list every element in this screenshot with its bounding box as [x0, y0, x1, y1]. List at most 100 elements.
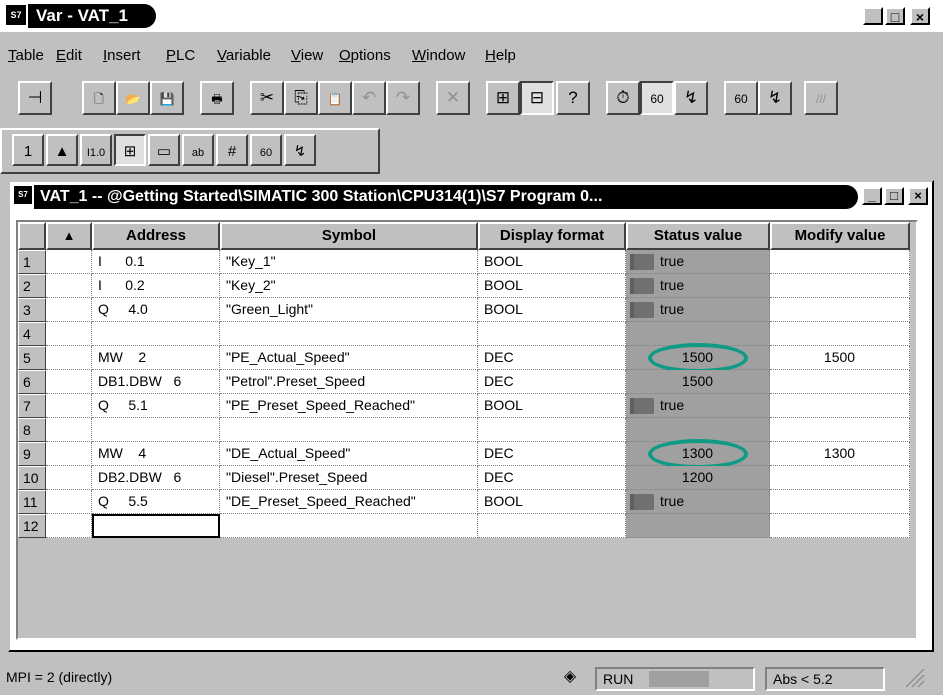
address-cell[interactable]: I 0.1	[92, 250, 220, 274]
maximize-button[interactable]: □	[885, 7, 905, 25]
row-number[interactable]: 11	[18, 490, 46, 514]
close-button[interactable]: ×	[910, 7, 930, 25]
help-button[interactable]: ?	[556, 81, 590, 115]
format-cell[interactable]: DEC	[478, 346, 626, 370]
address-cell[interactable]: Q 5.5	[92, 490, 220, 514]
format-cell[interactable]: BOOL	[478, 274, 626, 298]
modify-cell[interactable]	[770, 514, 910, 538]
symbol-cell[interactable]: "DE_Preset_Speed_Reached"	[220, 490, 478, 514]
new-button[interactable]: 🗋	[82, 81, 116, 115]
address-cell[interactable]: MW 2	[92, 346, 220, 370]
format-cell[interactable]: BOOL	[478, 490, 626, 514]
modify-cell[interactable]: 1300	[770, 442, 910, 466]
monitor-col-button[interactable]: 60	[250, 134, 282, 166]
pin-button[interactable]: ⊣	[18, 81, 52, 115]
symbol-cell[interactable]: "Diesel".Preset_Speed	[220, 466, 478, 490]
resize-grip[interactable]	[890, 667, 940, 691]
row-number[interactable]: 8	[18, 418, 46, 442]
copy-button[interactable]: ⎘	[284, 81, 318, 115]
row-number[interactable]: 9	[18, 442, 46, 466]
undo-button[interactable]: ↶	[352, 81, 386, 115]
monitor-button[interactable]: 60	[640, 81, 674, 115]
format-cell[interactable]: DEC	[478, 442, 626, 466]
address-cell[interactable]: Q 5.1	[92, 394, 220, 418]
symbol-comment-button[interactable]: I1.0	[80, 134, 112, 166]
address-cell[interactable]	[92, 514, 220, 538]
address-cell[interactable]	[92, 418, 220, 442]
modify-trigger-button[interactable]: ↯	[284, 134, 316, 166]
column-header-display-format[interactable]: Display format	[478, 222, 626, 250]
redo-button[interactable]: ↷	[386, 81, 420, 115]
modify-cell[interactable]	[770, 322, 910, 346]
row-number[interactable]: 10	[18, 466, 46, 490]
format-cell[interactable]: DEC	[478, 370, 626, 394]
row-number[interactable]: 7	[18, 394, 46, 418]
modify-cell[interactable]	[770, 298, 910, 322]
menu-item-help[interactable]: Help	[485, 47, 516, 64]
format-cell[interactable]	[478, 418, 626, 442]
modify-cell[interactable]	[770, 466, 910, 490]
format-cell[interactable]	[478, 322, 626, 346]
column-header-status-value[interactable]: Status value	[626, 222, 770, 250]
paste-button[interactable]: 📋	[318, 81, 352, 115]
address-cell[interactable]: MW 4	[92, 442, 220, 466]
modify-cell[interactable]	[770, 418, 910, 442]
address-cell[interactable]: I 0.2	[92, 274, 220, 298]
menu-item-plc[interactable]: PLC	[166, 47, 195, 64]
modify-cell[interactable]: 1500	[770, 346, 910, 370]
menu-item-edit[interactable]: Edit	[56, 47, 82, 64]
menu-item-view[interactable]: View	[291, 47, 323, 64]
open-button[interactable]: 📂	[116, 81, 150, 115]
symbol-cell[interactable]	[220, 514, 478, 538]
row-number[interactable]: 4	[18, 322, 46, 346]
format-cell[interactable]: DEC	[478, 466, 626, 490]
print-button[interactable]: 🖶	[200, 81, 234, 115]
row-number[interactable]: 1	[18, 250, 46, 274]
menu-item-insert[interactable]: Insert	[103, 47, 141, 64]
minimize-button[interactable]: _	[863, 7, 883, 25]
symbol-cell[interactable]: "DE_Actual_Speed"	[220, 442, 478, 466]
modify-cell[interactable]	[770, 490, 910, 514]
symbol-col-button[interactable]: ▲	[46, 134, 78, 166]
row-number[interactable]: 2	[18, 274, 46, 298]
address-cell[interactable]: Q 4.0	[92, 298, 220, 322]
save-button[interactable]: 💾	[150, 81, 184, 115]
numeric-col-button[interactable]: #	[216, 134, 248, 166]
online-button[interactable]: ⊟	[520, 81, 554, 115]
symbol-cell[interactable]: "Green_Light"	[220, 298, 478, 322]
status-col-button[interactable]: ▭	[148, 134, 180, 166]
symbol-cell[interactable]: "PE_Preset_Speed_Reached"	[220, 394, 478, 418]
delete-button[interactable]: ✕	[436, 81, 470, 115]
symbol-cell[interactable]: "Key_1"	[220, 250, 478, 274]
modify-cell[interactable]	[770, 370, 910, 394]
address-cell[interactable]	[92, 322, 220, 346]
vat-minimize-button[interactable]: _	[862, 187, 882, 205]
format-cell[interactable]	[478, 514, 626, 538]
format-cell[interactable]: BOOL	[478, 394, 626, 418]
format-col-button[interactable]: ⊞	[114, 134, 146, 166]
column-header-symbol[interactable]: Symbol	[220, 222, 478, 250]
address-col-button[interactable]: 1	[12, 134, 44, 166]
symbol-cell[interactable]: "Petrol".Preset_Speed	[220, 370, 478, 394]
trigger-button[interactable]: ⏱	[606, 81, 640, 115]
vat-maximize-button[interactable]: □	[884, 187, 904, 205]
modify-once-button[interactable]: ↯	[758, 81, 792, 115]
offline-button[interactable]: ⊞	[486, 81, 520, 115]
menu-item-window[interactable]: Window	[412, 47, 465, 64]
symbol-cell[interactable]	[220, 322, 478, 346]
row-number[interactable]: 6	[18, 370, 46, 394]
address-cell[interactable]: DB1.DBW 6	[92, 370, 220, 394]
monitor-once-button[interactable]: 60	[724, 81, 758, 115]
row-number[interactable]: 12	[18, 514, 46, 538]
menu-item-table[interactable]: Table	[8, 47, 44, 64]
modify-cell[interactable]	[770, 250, 910, 274]
modify-col-button[interactable]: ab	[182, 134, 214, 166]
format-cell[interactable]: BOOL	[478, 250, 626, 274]
modify-cell[interactable]	[770, 274, 910, 298]
modify-cell[interactable]	[770, 394, 910, 418]
vat-close-button[interactable]: ×	[908, 187, 928, 205]
menu-item-variable[interactable]: Variable	[217, 47, 271, 64]
symbol-cell[interactable]: "PE_Actual_Speed"	[220, 346, 478, 370]
modify-button[interactable]: ↯	[674, 81, 708, 115]
format-cell[interactable]: BOOL	[478, 298, 626, 322]
